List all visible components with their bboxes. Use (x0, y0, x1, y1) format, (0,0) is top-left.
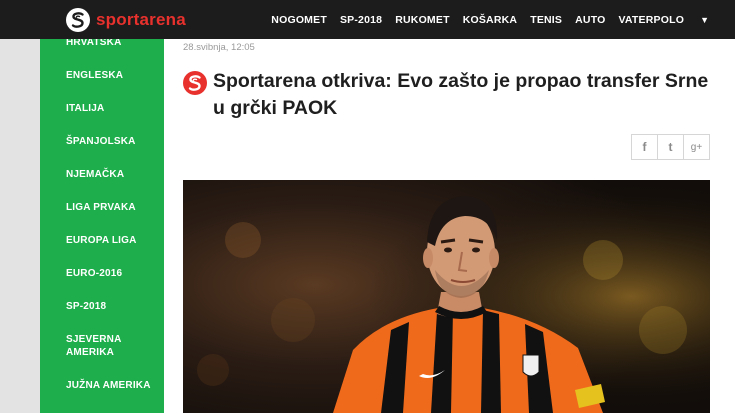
article-photo[interactable] (183, 180, 710, 413)
nav-item-kosarka[interactable]: KOŠARKA (463, 14, 518, 26)
logo-text: sportarena (96, 10, 186, 29)
twitter-share-button[interactable]: t (657, 134, 684, 160)
sidebar-item-spanjolska[interactable]: ŠPANJOLSKA (66, 135, 136, 148)
sidebar-item-liga-prvaka[interactable]: LIGA PRVAKA (66, 201, 136, 214)
facebook-icon: f (642, 140, 647, 154)
nav-item-nogomet[interactable]: NOGOMET (271, 14, 327, 26)
sidebar-item-sp-2018[interactable]: SP-2018 (66, 300, 106, 313)
article-title: Sportarena otkriva: Evo zašto je propao … (213, 70, 709, 119)
category-sidebar: HRVATSKA ENGLESKA ITALIJA ŠPANJOLSKA NJE… (40, 39, 164, 413)
nav-item-rukomet[interactable]: RUKOMET (395, 14, 449, 26)
nav-item-tenis[interactable]: TENIS (530, 14, 562, 26)
left-gutter (0, 39, 40, 413)
top-navigation-bar: sportarena NOGOMET SP-2018 RUKOMET KOŠAR… (0, 0, 735, 39)
site-logo[interactable]: sportarena (66, 8, 186, 32)
main-nav: NOGOMET SP-2018 RUKOMET KOŠARKA TENIS AU… (258, 0, 709, 39)
caret-down-icon[interactable]: ▼ (700, 15, 709, 25)
facebook-share-button[interactable]: f (631, 134, 658, 160)
sidebar-item-euro-2016[interactable]: EURO-2016 (66, 267, 122, 280)
google-plus-share-button[interactable]: g+ (683, 134, 710, 160)
twitter-icon: t (668, 140, 673, 154)
sidebar-item-engleska[interactable]: ENGLESKA (66, 69, 123, 82)
sidebar-item-hrvatska[interactable]: HRVATSKA (66, 39, 122, 49)
article-date: 28.svibnja, 12:05 (183, 42, 255, 53)
sidebar-item-juzna-amerika[interactable]: JUŽNA AMERIKA (66, 379, 151, 392)
nav-item-sp-2018[interactable]: SP-2018 (340, 14, 382, 26)
sidebar-item-italija[interactable]: ITALIJA (66, 102, 104, 115)
football-player-photo (183, 180, 710, 413)
sportarena-badge-icon (183, 71, 207, 95)
nav-item-auto[interactable]: AUTO (575, 14, 605, 26)
sidebar-item-sjeverna-amerika[interactable]: SJEVERNA AMERIKA (66, 333, 136, 359)
sidebar-item-njemacka[interactable]: NJEMAČKA (66, 168, 124, 181)
sidebar-item-europa-liga[interactable]: EUROPA LIGA (66, 234, 137, 247)
logo-mark-icon (66, 8, 90, 32)
nav-item-vaterpolo[interactable]: VATERPOLO (618, 14, 684, 26)
google-plus-icon: g+ (690, 141, 703, 153)
